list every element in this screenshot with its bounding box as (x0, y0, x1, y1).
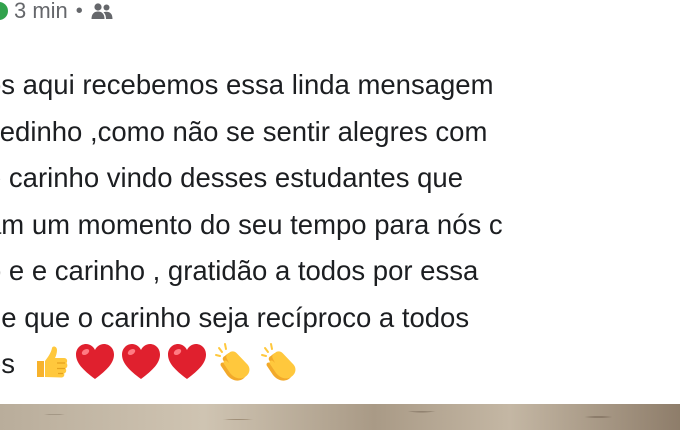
clapping-hands-icon (259, 342, 299, 382)
message-line: o e e carinho , gratidão a todos por ess… (0, 255, 479, 286)
online-status-dot (0, 2, 8, 20)
message-line: cedinho ,como não se sentir alegres com (0, 115, 488, 147)
emoji-row (33, 342, 299, 382)
meta-separator: • (75, 0, 83, 22)
red-heart-icon (121, 343, 161, 381)
red-heart-icon (75, 343, 115, 381)
message-line: am um momento do seu tempo para nós c (0, 208, 503, 240)
post-photo-preview[interactable] (0, 404, 680, 430)
post-message: ós aqui recebemos essa linda mensagem ce… (0, 62, 680, 388)
post-time[interactable]: 3 min (14, 0, 68, 24)
message-line: de que o carinho seja recíproco a todos (0, 301, 470, 333)
message-line: e carinho vindo desses estudantes que (0, 162, 463, 193)
clapping-hands-icon (213, 342, 253, 382)
post-header: 3 min • (0, 0, 113, 28)
friends-icon[interactable] (91, 2, 113, 20)
red-heart-icon (167, 343, 207, 381)
message-last-line: ês (0, 341, 680, 388)
message-line: ós aqui recebemos essa linda mensagem (0, 69, 494, 100)
message-line: ês (0, 348, 16, 379)
thumbs-up-icon (33, 344, 69, 380)
